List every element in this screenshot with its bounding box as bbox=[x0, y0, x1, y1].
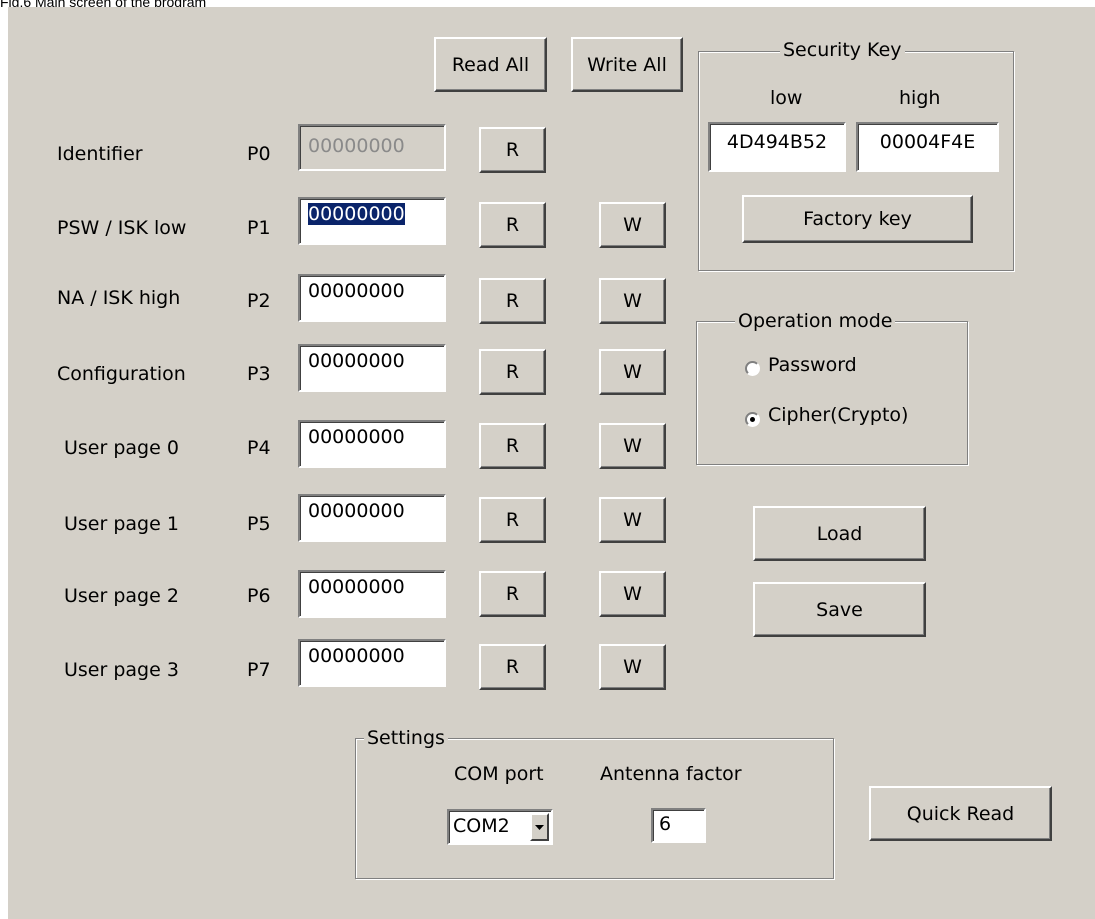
antenna-factor-field[interactable]: 6 bbox=[651, 808, 706, 843]
page-id-label: P2 bbox=[247, 290, 271, 312]
page-value-field-p0: 00000000 bbox=[298, 124, 446, 171]
page-id-label: P0 bbox=[247, 143, 271, 165]
radio-label-password[interactable]: Password bbox=[768, 354, 857, 376]
settings-title: Settings bbox=[364, 727, 448, 749]
radio-button[interactable] bbox=[745, 412, 760, 427]
chevron-down-icon[interactable] bbox=[530, 813, 549, 841]
key-low-field[interactable]: 4D494B52 bbox=[708, 122, 846, 172]
write-button-p4[interactable]: W bbox=[599, 423, 666, 469]
read-button-p4[interactable]: R bbox=[479, 423, 546, 469]
load-button[interactable]: Load bbox=[753, 506, 926, 561]
main-window: Read All Write All Identifier P0 0000000… bbox=[8, 7, 1095, 919]
antenna-factor-label: Antenna factor bbox=[600, 763, 742, 785]
write-button-p1[interactable]: W bbox=[599, 202, 666, 248]
page-name-label: User page 1 bbox=[64, 513, 179, 535]
read-button-p2[interactable]: R bbox=[479, 278, 546, 324]
page-id-label: P5 bbox=[247, 513, 271, 535]
factory-key-button[interactable]: Factory key bbox=[742, 195, 973, 243]
operation-mode-title: Operation mode bbox=[735, 310, 896, 332]
page-value-field-p1[interactable]: 00000000 bbox=[298, 197, 446, 245]
quick-read-button[interactable]: Quick Read bbox=[869, 786, 1052, 841]
read-all-button[interactable]: Read All bbox=[434, 37, 547, 92]
read-button-p0[interactable]: R bbox=[479, 127, 546, 173]
write-all-button[interactable]: Write All bbox=[571, 37, 683, 92]
key-high-label: high bbox=[899, 87, 941, 109]
page-id-label: P6 bbox=[247, 585, 271, 607]
page-name-label: User page 2 bbox=[64, 585, 179, 607]
key-low-label: low bbox=[770, 87, 803, 109]
page-name-label: NA / ISK high bbox=[57, 287, 181, 309]
security-key-title: Security Key bbox=[780, 39, 905, 61]
page-name-label: Configuration bbox=[57, 363, 186, 385]
read-button-p3[interactable]: R bbox=[479, 349, 546, 395]
page-name-label: User page 3 bbox=[64, 659, 179, 681]
com-port-select[interactable]: COM2 bbox=[447, 809, 553, 845]
write-button-p6[interactable]: W bbox=[599, 571, 666, 617]
settings-group bbox=[355, 738, 834, 879]
write-button-p3[interactable]: W bbox=[599, 349, 666, 395]
page-name-label: Identifier bbox=[57, 143, 143, 165]
page-id-label: P1 bbox=[247, 217, 271, 239]
page-value-field-p2[interactable]: 00000000 bbox=[298, 274, 446, 322]
page-name-label: PSW / ISK low bbox=[57, 217, 187, 239]
read-button-p1[interactable]: R bbox=[479, 202, 546, 248]
read-button-p5[interactable]: R bbox=[479, 497, 546, 543]
write-button-p2[interactable]: W bbox=[599, 278, 666, 324]
save-button[interactable]: Save bbox=[753, 582, 926, 637]
page-value-field-p5[interactable]: 00000000 bbox=[298, 494, 446, 542]
key-high-field[interactable]: 00004F4E bbox=[856, 122, 999, 172]
page-id-label: P7 bbox=[247, 659, 271, 681]
page-id-label: P4 bbox=[247, 437, 271, 459]
page-name-label: User page 0 bbox=[64, 437, 179, 459]
read-button-p7[interactable]: R bbox=[479, 644, 546, 690]
write-button-p5[interactable]: W bbox=[599, 497, 666, 543]
page-value-field-p4[interactable]: 00000000 bbox=[298, 420, 446, 468]
com-port-label: COM port bbox=[454, 763, 544, 785]
write-button-p7[interactable]: W bbox=[599, 644, 666, 690]
radio-selected-dot bbox=[750, 417, 755, 422]
page-value-field-p7[interactable]: 00000000 bbox=[298, 639, 446, 687]
com-port-value: COM2 bbox=[453, 815, 510, 837]
page-value-field-p3[interactable]: 00000000 bbox=[298, 344, 446, 392]
operation-mode-group bbox=[696, 321, 968, 465]
read-button-p6[interactable]: R bbox=[479, 571, 546, 617]
page-id-label: P3 bbox=[247, 363, 271, 385]
page-value-field-p6[interactable]: 00000000 bbox=[298, 570, 446, 618]
radio-label-cipher[interactable]: Cipher(Crypto) bbox=[768, 404, 908, 426]
selected-text: 00000000 bbox=[308, 203, 405, 225]
radio-button[interactable] bbox=[745, 361, 760, 376]
